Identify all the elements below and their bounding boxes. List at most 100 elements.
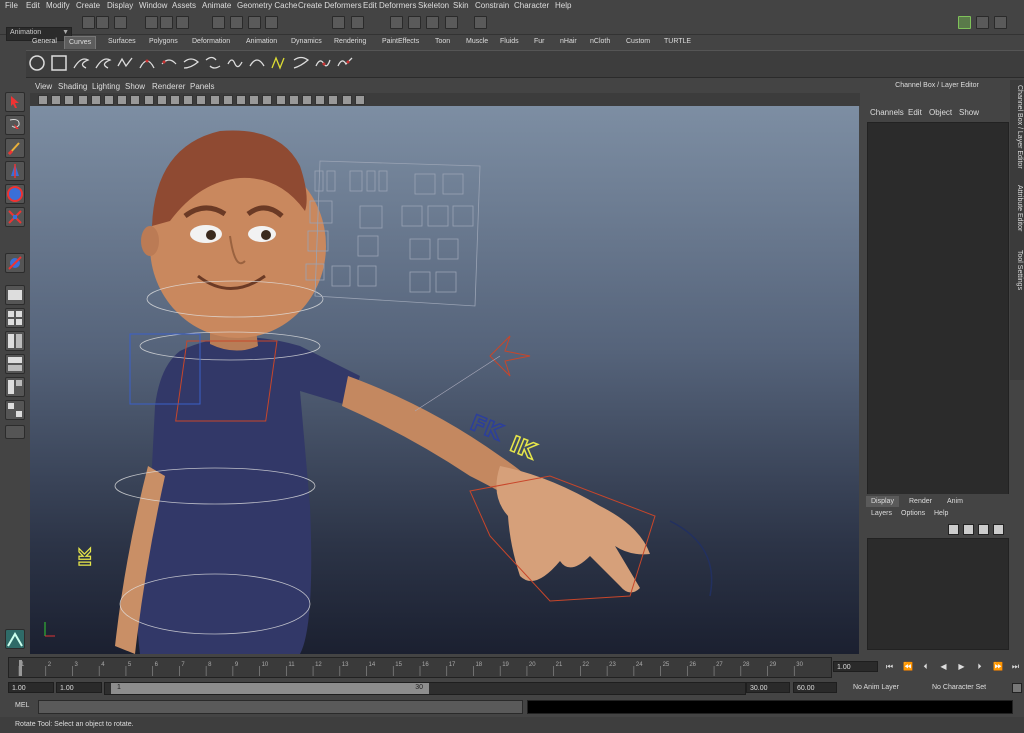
range-slider-handle[interactable]: 1 30 xyxy=(111,683,429,694)
new-layer-selected-icon[interactable] xyxy=(963,524,974,535)
playback-start-field[interactable]: 1.00 xyxy=(56,682,102,693)
side-tab-tool-settings[interactable]: Tool Settings xyxy=(1011,250,1023,290)
snap-point-icon[interactable] xyxy=(248,16,261,29)
character-shirt[interactable] xyxy=(136,337,360,654)
rebuild-curve-icon[interactable] xyxy=(314,54,332,72)
side-tab-attribute-editor[interactable]: Attribute Editor xyxy=(1011,185,1023,231)
fillet-curve-icon[interactable] xyxy=(336,54,354,72)
menu-animate[interactable]: Animate xyxy=(202,1,231,10)
layer-menu-help[interactable]: Help xyxy=(934,510,948,517)
layer-tab-render[interactable]: Render xyxy=(904,496,937,507)
render-frame-icon[interactable] xyxy=(390,16,403,29)
snap-curve-icon[interactable] xyxy=(230,16,243,29)
shelf-tab-muscle[interactable]: Muscle xyxy=(462,36,492,48)
render-view-icon[interactable] xyxy=(474,16,487,29)
animation-end-field[interactable]: 60.00 xyxy=(793,682,837,693)
pencil-curve-icon[interactable] xyxy=(116,54,134,72)
persp-outliner-layout-icon[interactable] xyxy=(5,354,25,374)
shelf-tab-dynamics[interactable]: Dynamics xyxy=(287,36,326,48)
snap-plane-icon[interactable] xyxy=(265,16,278,29)
sidebar-toggle-icon[interactable] xyxy=(958,16,971,29)
paint-select-tool-icon[interactable] xyxy=(5,138,25,158)
xray-icon[interactable] xyxy=(275,95,286,105)
shelf-tab-turtle[interactable]: TURTLE xyxy=(660,36,695,48)
panel-menu-renderer[interactable]: Renderer xyxy=(152,82,185,91)
wireframe-on-shaded-icon[interactable] xyxy=(209,95,220,105)
panel-menu-shading[interactable]: Shading xyxy=(58,82,87,91)
image-plane-icon[interactable] xyxy=(77,95,88,105)
arc-icon[interactable] xyxy=(138,54,156,72)
time-slider[interactable]: 1 2 3 4 5 6 7 8 9 10 11 12 13 14 15 16 17 18 19 20 21 22 23 24 2… xyxy=(8,657,832,678)
smooth-shade-icon[interactable] xyxy=(196,95,207,105)
go-to-end-icon[interactable]: ⏭ xyxy=(1011,662,1020,671)
side-tab-channel-box-layer-editor[interactable]: Channel Box / Layer Editor xyxy=(1011,85,1023,169)
channel-box-menu-channels[interactable]: Channels xyxy=(870,108,904,117)
shelf-tab-deformation[interactable]: Deformation xyxy=(188,36,234,48)
render-settings-icon[interactable] xyxy=(426,16,439,29)
bookmarks-icon[interactable] xyxy=(64,95,75,105)
current-frame-field[interactable]: 1.00 xyxy=(833,661,878,672)
menu-help[interactable]: Help xyxy=(555,1,571,10)
attribute-editor-toggle-icon[interactable] xyxy=(976,16,989,29)
field-chart-icon[interactable] xyxy=(143,95,154,105)
menu-geometry-cache[interactable]: Geometry Cache xyxy=(237,1,297,10)
menu-create-deformers[interactable]: Create Deformers xyxy=(298,1,362,10)
cv-curve-icon[interactable] xyxy=(72,54,90,72)
shelf-tab-nhair[interactable]: nHair xyxy=(556,36,581,48)
select-tool-icon[interactable] xyxy=(5,92,25,112)
two-sided-lighting-icon[interactable] xyxy=(315,95,326,105)
play-forwards-icon[interactable]: ▶ xyxy=(957,662,966,671)
xray-components-icon[interactable] xyxy=(302,95,312,105)
channel-box-menu-object[interactable]: Object xyxy=(929,108,952,117)
lasso-tool-icon[interactable] xyxy=(5,115,25,135)
rotate-tool-icon[interactable] xyxy=(5,184,25,204)
move-layer-up-icon[interactable] xyxy=(978,524,989,535)
shelf-tab-animation[interactable]: Animation xyxy=(242,36,281,48)
shelf-tab-fluids[interactable]: Fluids xyxy=(496,36,523,48)
select-camera-icon[interactable] xyxy=(38,95,48,105)
shelf-tab-fur[interactable]: Fur xyxy=(530,36,549,48)
go-to-start-icon[interactable]: ⏮ xyxy=(885,662,894,671)
snap-grid-icon[interactable] xyxy=(212,16,225,29)
single-pane-layout-icon[interactable] xyxy=(5,285,25,305)
move-tool-icon[interactable] xyxy=(5,161,25,181)
textured-icon[interactable] xyxy=(222,95,233,105)
isolate-select-icon[interactable] xyxy=(262,95,273,105)
menu-constrain[interactable]: Constrain xyxy=(475,1,509,10)
step-forward-key-icon[interactable]: ⏩ xyxy=(993,662,1003,671)
grid-toggle-icon[interactable] xyxy=(90,95,101,105)
film-gate-icon[interactable] xyxy=(104,95,114,105)
side-by-side-layout-icon[interactable] xyxy=(5,331,25,351)
command-language-label[interactable]: MEL xyxy=(15,702,29,709)
animation-start-field[interactable]: 1.00 xyxy=(8,682,54,693)
open-scene-icon[interactable] xyxy=(96,16,109,29)
extend-curve-icon[interactable] xyxy=(248,54,266,72)
shadows-icon[interactable] xyxy=(249,95,260,105)
menu-create[interactable]: Create xyxy=(76,1,100,10)
fit-all-icon[interactable] xyxy=(341,95,352,105)
select-object-icon[interactable] xyxy=(160,16,173,29)
shelf-tab-rendering[interactable]: Rendering xyxy=(330,36,370,48)
square-curve-icon[interactable] xyxy=(50,54,68,72)
menu-modify[interactable]: Modify xyxy=(46,1,70,10)
menu-file[interactable]: File xyxy=(5,1,18,10)
camera-manip-icon[interactable] xyxy=(328,95,339,105)
channel-box-menu-show[interactable]: Show xyxy=(959,108,979,117)
rig-picker-panel[interactable] xyxy=(314,160,481,307)
reverse-curve-icon[interactable] xyxy=(292,54,310,72)
make-live-icon[interactable] xyxy=(332,16,345,29)
preferences-icon[interactable] xyxy=(1012,683,1022,693)
four-pane-layout-icon[interactable] xyxy=(5,308,25,328)
ik-switch-label-left[interactable]: IK xyxy=(75,548,95,568)
step-back-key-icon[interactable]: ⏪ xyxy=(903,662,913,671)
menu-edit-deformers[interactable]: Edit Deformers xyxy=(363,1,416,10)
layer-menu-layers[interactable]: Layers xyxy=(871,510,892,517)
range-slider[interactable]: 1 30 xyxy=(104,682,746,695)
shelf-tab-custom[interactable]: Custom xyxy=(622,36,654,48)
layer-list[interactable] xyxy=(867,538,1009,650)
step-forward-frame-icon[interactable]: ⏵ xyxy=(975,662,984,671)
perspective-viewport[interactable]: FK IK IK xyxy=(30,106,859,654)
safe-action-icon[interactable] xyxy=(156,95,167,105)
layer-tab-display[interactable]: Display xyxy=(866,496,899,507)
panel-menu-panels[interactable]: Panels xyxy=(190,82,214,91)
